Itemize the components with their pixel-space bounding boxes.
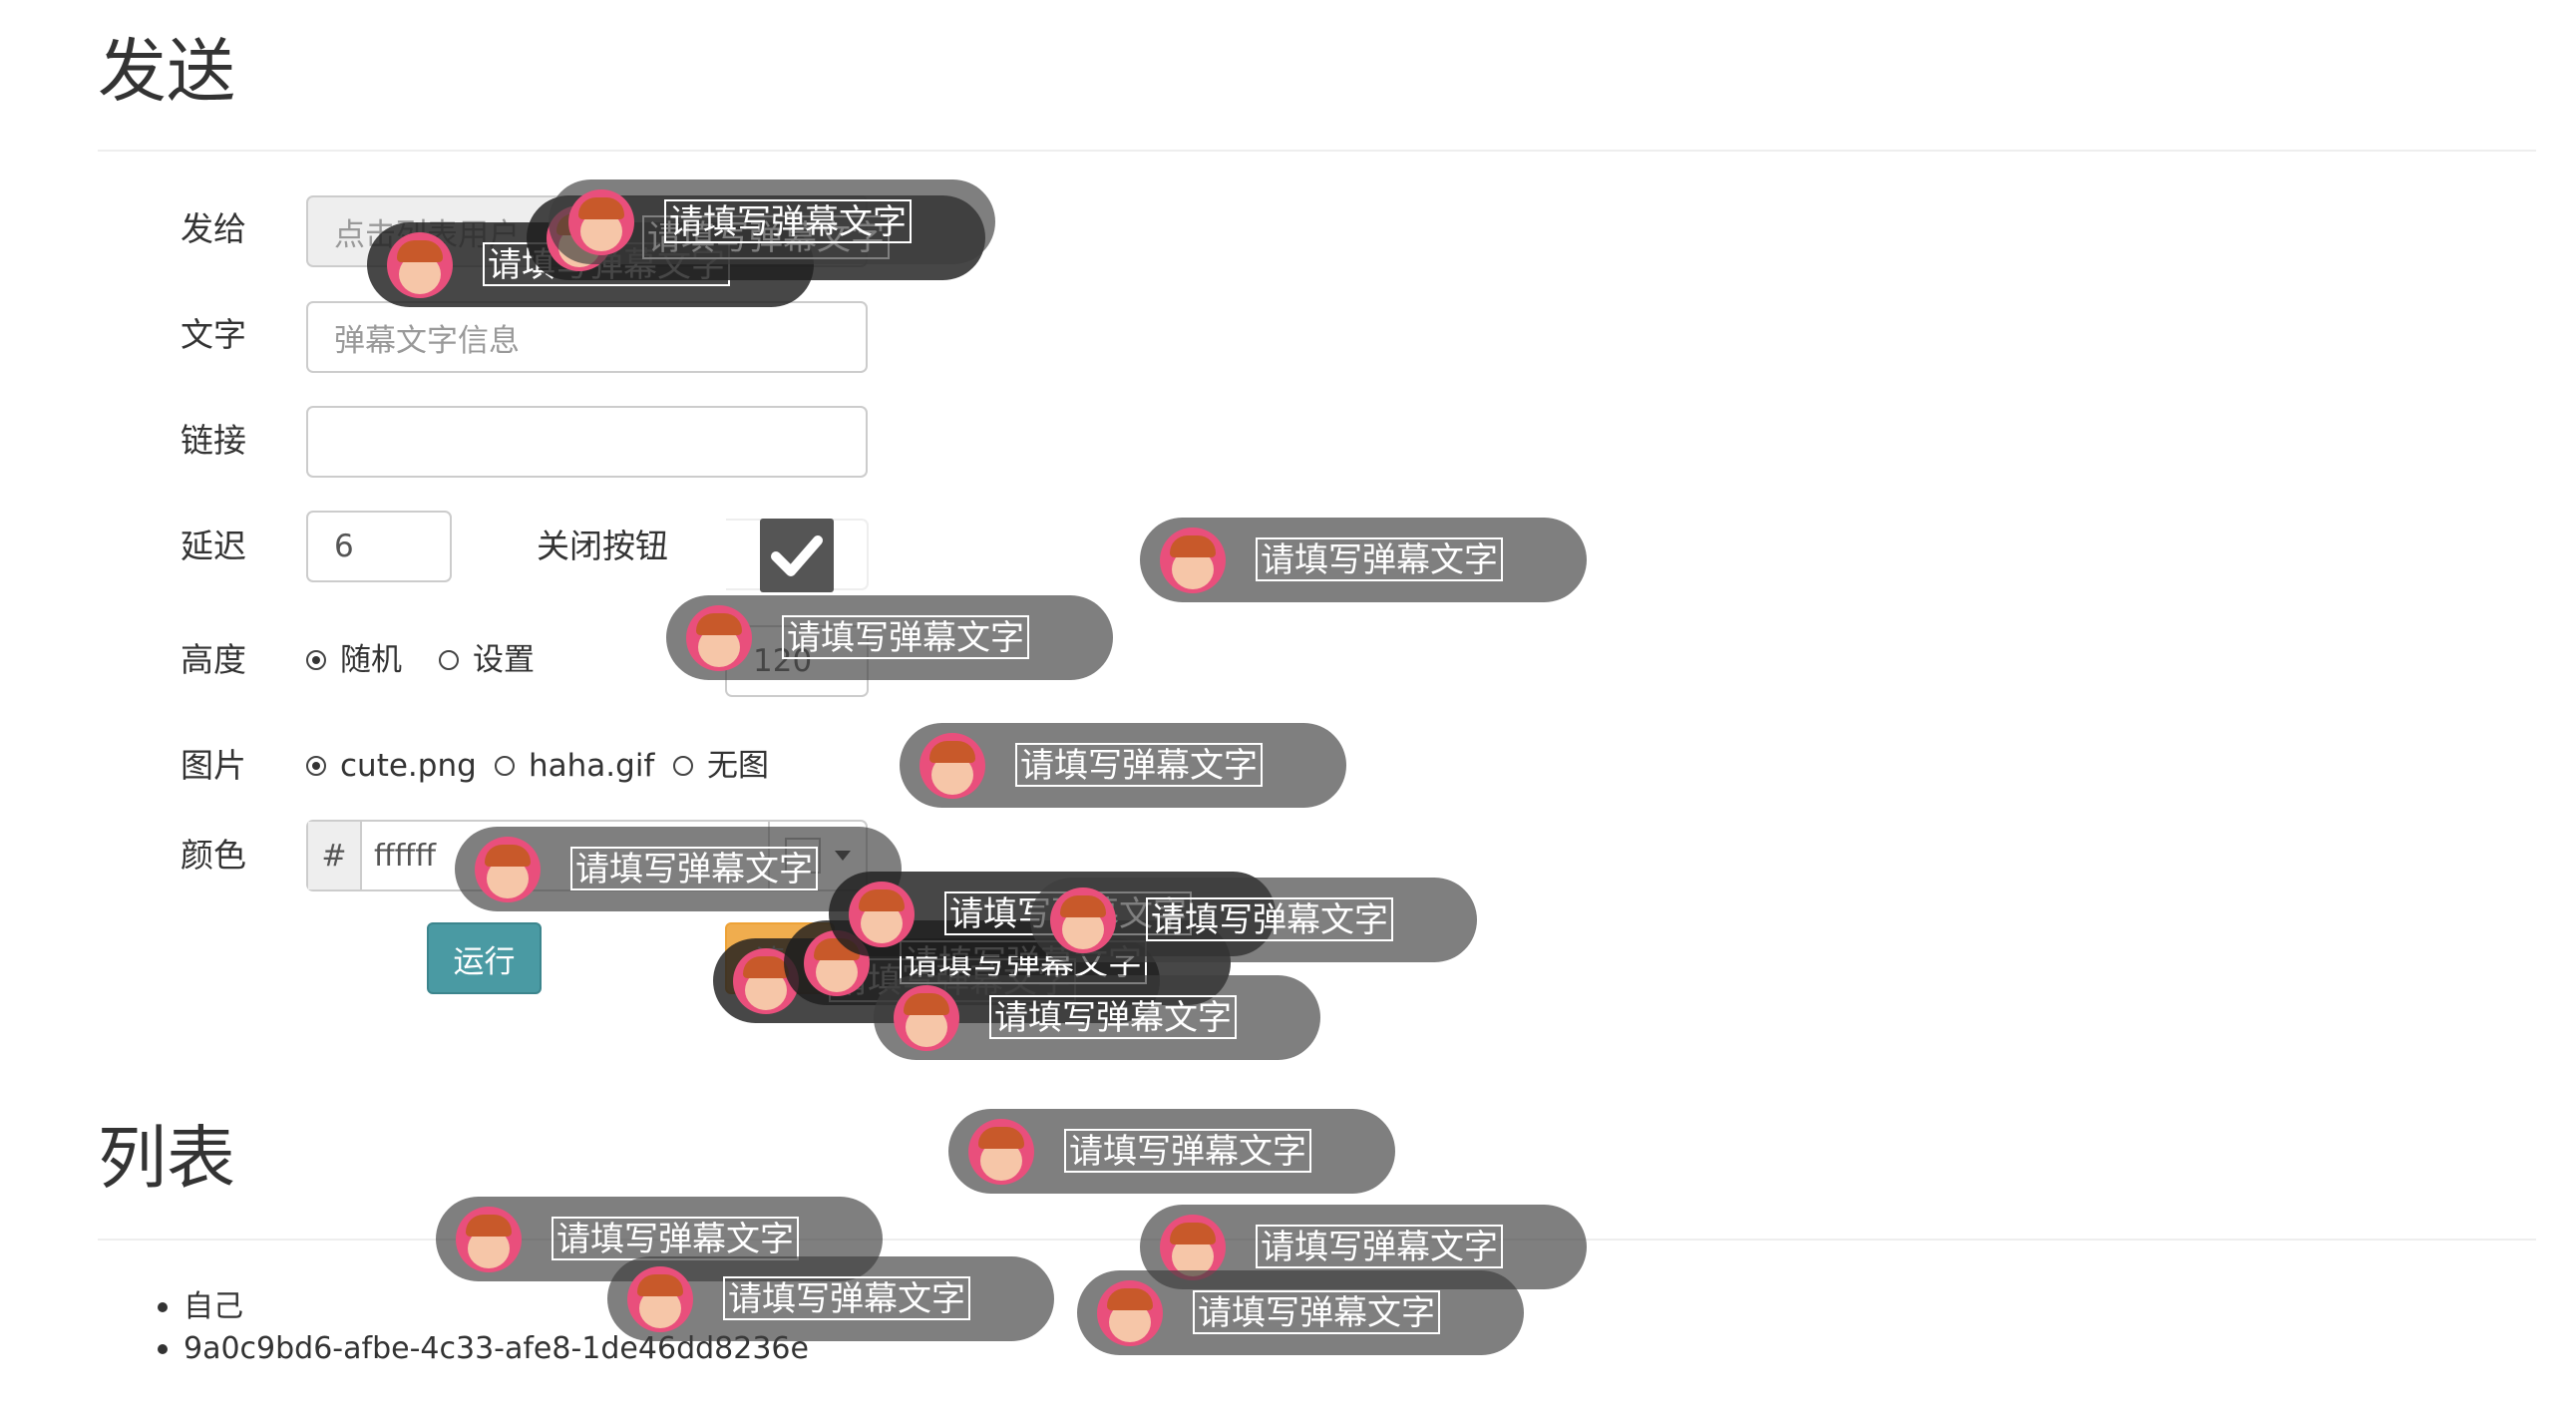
girl-avatar-icon <box>475 837 541 902</box>
danmaku-bubble: 请填写弹幕文字 <box>874 975 1320 1060</box>
height-option-set[interactable]: 设置 <box>439 640 535 680</box>
danmaku-bubble: 请填写弹幕文字 <box>549 179 995 264</box>
image-option-none-label: 无图 <box>707 748 769 784</box>
height-option-random-label: 随机 <box>340 642 402 678</box>
label-image: 图片 <box>181 746 246 785</box>
danmaku-text: 请填写弹幕文字 <box>989 995 1237 1039</box>
girl-avatar-icon <box>849 882 915 947</box>
label-text: 文字 <box>181 315 246 354</box>
danmaku-text: 请填写弹幕文字 <box>552 1217 799 1260</box>
danmaku-text: 请填写弹幕文字 <box>782 615 1029 659</box>
radio-cute-icon <box>306 756 326 776</box>
girl-avatar-icon <box>1050 887 1116 953</box>
list-item-label: 自己 <box>184 1289 243 1324</box>
danmaku-bubble: 请填写弹幕文字 <box>607 1256 1054 1341</box>
danmaku-text: 请填写弹幕文字 <box>1256 1225 1503 1268</box>
radio-haha-icon <box>495 756 515 776</box>
link-field[interactable] <box>306 406 868 478</box>
close-button-checkbox[interactable] <box>760 519 834 592</box>
image-option-cute[interactable]: cute.png <box>306 746 477 786</box>
label-delay: 延迟 <box>181 527 246 565</box>
danmaku-bubble: 请填写弹幕文字 <box>1140 518 1587 602</box>
list-heading: 列表 <box>98 1119 235 1199</box>
danmaku-bubble: 请填写弹幕文字 <box>1077 1270 1524 1355</box>
image-option-none[interactable]: 无图 <box>673 746 769 786</box>
radio-none-icon <box>673 756 693 776</box>
danmaku-text: 请填写弹幕文字 <box>723 1276 970 1320</box>
list-item[interactable]: 自己 <box>158 1287 243 1327</box>
radio-random-icon <box>306 650 326 670</box>
height-option-set-label: 设置 <box>473 642 535 678</box>
radio-set-icon <box>439 650 459 670</box>
danmaku-text: 请填写弹幕文字 <box>1193 1290 1440 1334</box>
girl-avatar-icon <box>1160 528 1226 593</box>
height-option-random[interactable]: 随机 <box>306 640 402 680</box>
label-to: 发给 <box>181 209 246 248</box>
text-field[interactable]: 弹幕文字信息 <box>306 301 868 373</box>
danmaku-text: 请填写弹幕文字 <box>664 199 912 243</box>
danmaku-text: 请填写弹幕文字 <box>570 847 818 890</box>
danmaku-bubble: 请填写弹幕文字 <box>666 595 1113 680</box>
image-option-cute-label: cute.png <box>340 748 477 784</box>
girl-avatar-icon <box>627 1266 693 1332</box>
girl-avatar-icon <box>894 985 959 1051</box>
color-prefix: # <box>308 822 362 889</box>
girl-avatar-icon <box>456 1207 522 1272</box>
text-placeholder: 弹幕文字信息 <box>334 322 520 359</box>
girl-avatar-icon <box>387 232 453 298</box>
delay-value: 6 <box>334 529 354 564</box>
danmaku-text: 请填写弹幕文字 <box>1256 537 1503 581</box>
girl-avatar-icon <box>1097 1280 1163 1346</box>
danmaku-bubble: 请填写弹幕文字 <box>948 1109 1395 1194</box>
label-height: 高度 <box>181 640 246 679</box>
danmaku-text: 请填写弹幕文字 <box>1064 1129 1311 1173</box>
label-close-button: 关闭按钮 <box>537 527 668 565</box>
girl-avatar-icon <box>568 189 634 255</box>
bullet-icon <box>158 1344 168 1354</box>
danmaku-text: 请填写弹幕文字 <box>1146 897 1393 941</box>
label-color: 颜色 <box>181 836 246 875</box>
danmaku-bubble: 请填写弹幕文字 <box>1030 878 1477 962</box>
delay-field[interactable]: 6 <box>306 511 452 582</box>
image-option-haha-label: haha.gif <box>529 748 655 784</box>
girl-avatar-icon <box>686 605 752 671</box>
bullet-icon <box>158 1302 168 1312</box>
send-heading: 发送 <box>98 32 235 112</box>
girl-avatar-icon <box>968 1119 1034 1185</box>
girl-avatar-icon <box>920 733 985 799</box>
send-divider <box>98 150 2536 152</box>
label-link: 链接 <box>181 421 246 460</box>
checkmark-icon <box>771 535 823 576</box>
image-option-haha[interactable]: haha.gif <box>495 746 654 786</box>
run-button[interactable]: 运行 <box>427 922 542 994</box>
danmaku-text: 请填写弹幕文字 <box>1015 743 1263 787</box>
danmaku-bubble: 请填写弹幕文字 <box>900 723 1346 808</box>
